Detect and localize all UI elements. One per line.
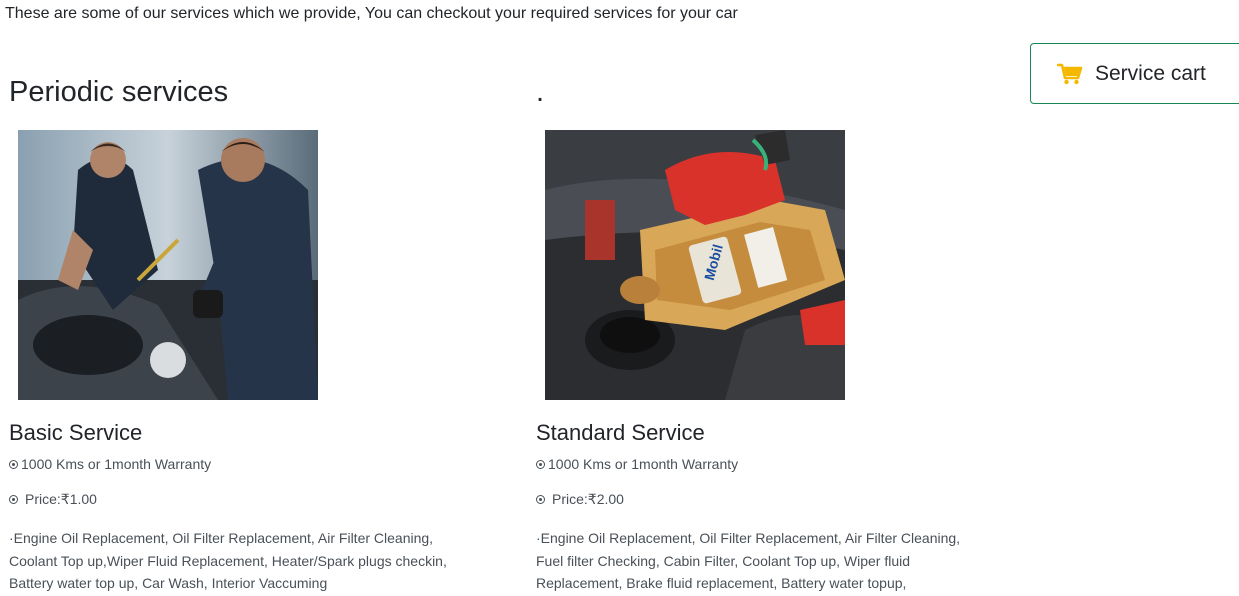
service-cart-button[interactable]: Service cart bbox=[1030, 43, 1239, 104]
radio-dot-icon bbox=[536, 495, 545, 504]
service-title: Basic Service bbox=[9, 420, 143, 445]
service-cart-label: Service cart bbox=[1095, 61, 1206, 85]
intro-text: These are some of our services which we … bbox=[5, 5, 738, 22]
service-card-basic: Basic Service 1000 Kms or 1month Warrant… bbox=[9, 130, 469, 595]
shopping-cart-icon bbox=[1057, 63, 1083, 84]
radio-dot-icon bbox=[536, 459, 545, 469]
column-title-placeholder: . bbox=[536, 76, 545, 108]
service-card-standard: Mobil Standard Service 1000 Kms or 1mont… bbox=[536, 130, 996, 595]
section-title: Periodic services bbox=[9, 76, 229, 108]
price-text: Price:₹2.00 bbox=[552, 491, 624, 507]
pouring-engine-oil-photo: Mobil bbox=[545, 130, 845, 400]
warranty-text: 1000 Kms or 1month Warranty bbox=[21, 456, 212, 472]
mechanics-working-on-engine-photo bbox=[18, 130, 318, 400]
price-text: Price:₹1.00 bbox=[25, 491, 97, 507]
service-title: Standard Service bbox=[536, 420, 705, 445]
service-description: ·Engine Oil Replacement, Oil Filter Repl… bbox=[9, 530, 447, 591]
radio-dot-icon bbox=[9, 459, 18, 469]
warranty-line: 1000 Kms or 1month Warranty bbox=[9, 456, 469, 472]
price-line: Price:₹2.00 bbox=[536, 491, 996, 508]
radio-dot-icon bbox=[9, 495, 18, 504]
price-line: Price:₹1.00 bbox=[9, 491, 469, 508]
warranty-line: 1000 Kms or 1month Warranty bbox=[536, 456, 996, 472]
service-description: ·Engine Oil Replacement, Oil Filter Repl… bbox=[536, 530, 961, 591]
warranty-text: 1000 Kms or 1month Warranty bbox=[548, 456, 739, 472]
